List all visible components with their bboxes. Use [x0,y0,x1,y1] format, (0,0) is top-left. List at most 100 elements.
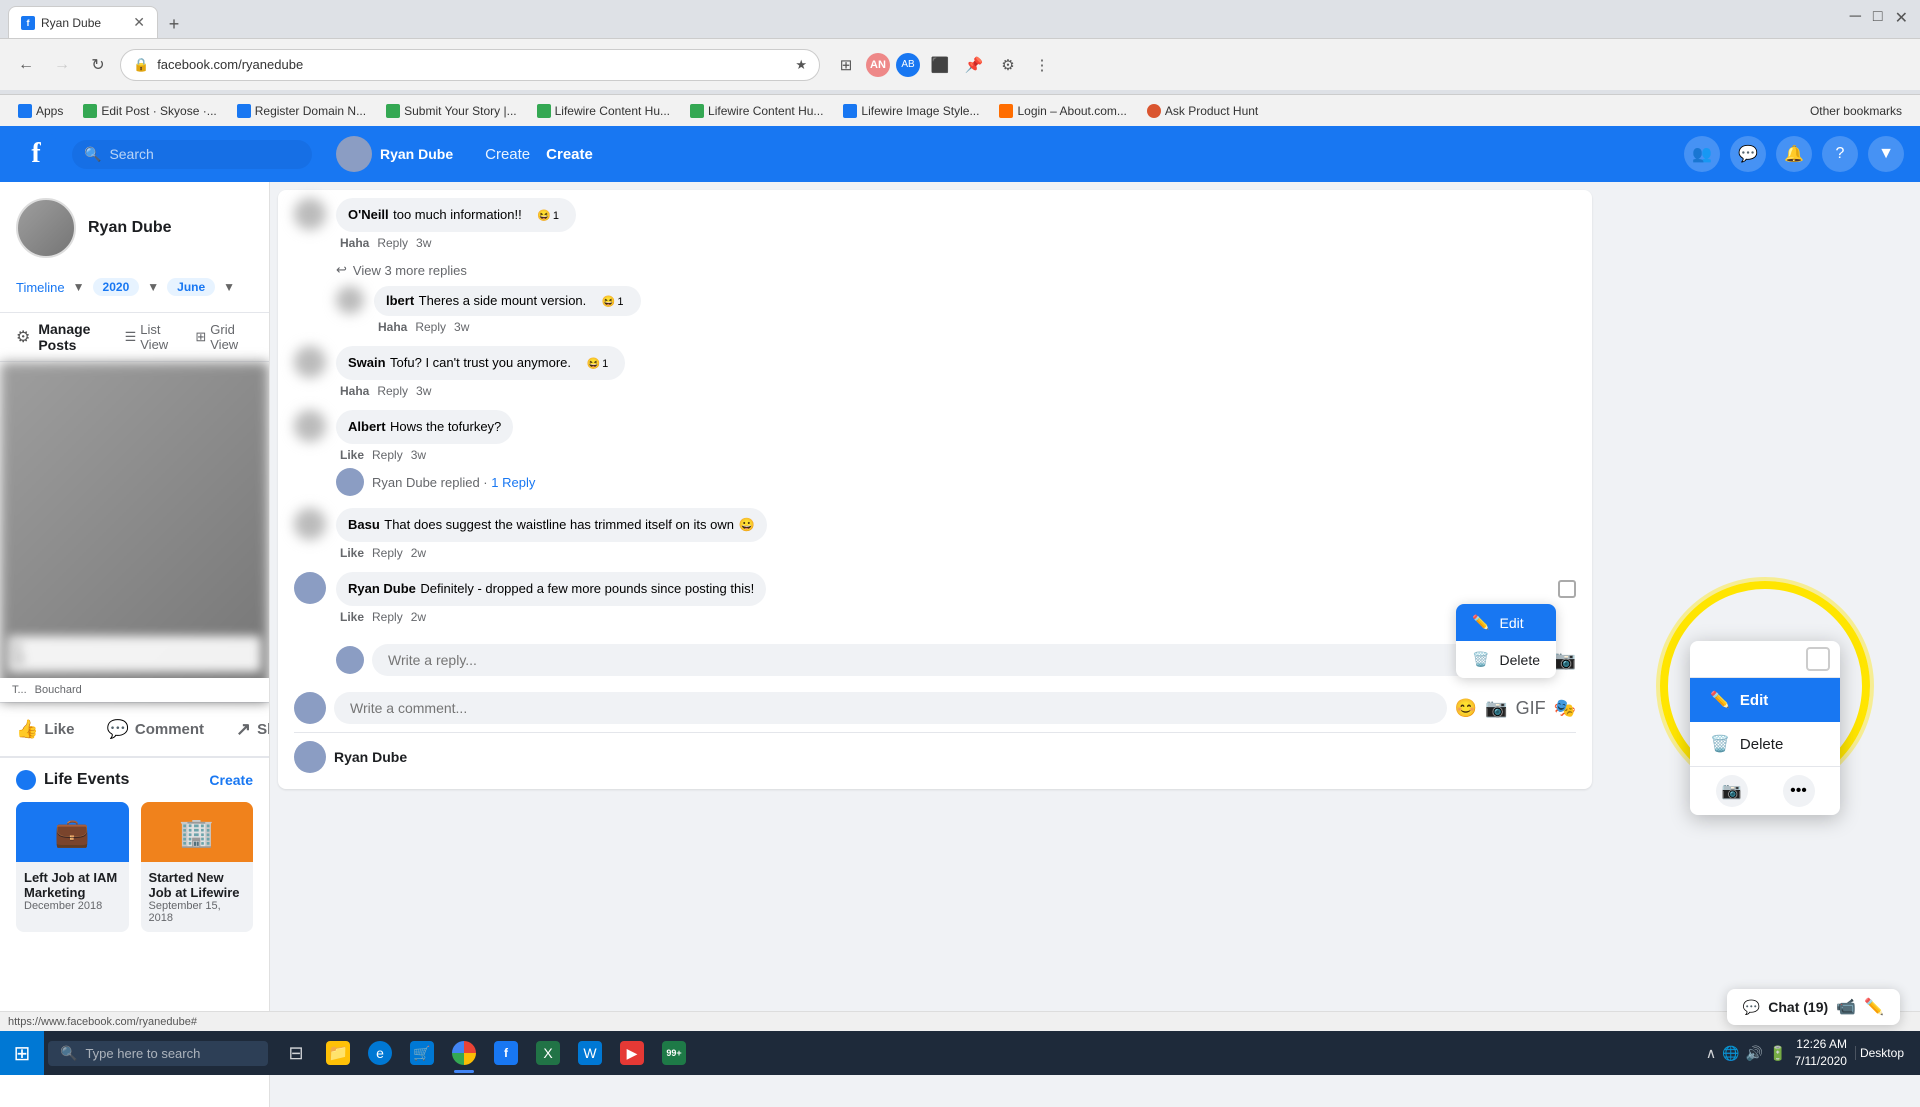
context-edit-icon: ✏️ [1710,690,1730,710]
tray-volume[interactable]: 🔊 [1746,1045,1763,1062]
taskbar-extra2[interactable]: W [570,1031,610,1075]
taskbar-file-explorer[interactable]: 📁 [318,1031,358,1075]
share-btn[interactable]: ↗ Share [220,711,270,748]
tray-network[interactable]: 🌐 [1722,1045,1739,1062]
taskbar-store[interactable]: 🛒 [402,1031,442,1075]
bookmark-submit[interactable]: Submit Your Story |... [380,102,523,120]
year-filter[interactable]: 2020 [93,278,140,296]
list-view-btn[interactable]: ☰ List View [125,322,180,352]
back-button[interactable]: ← [12,51,40,79]
taskbar-chrome[interactable] [444,1031,484,1075]
minimize-btn[interactable]: ─ [1850,8,1861,28]
extension1-btn[interactable]: ⬛ [926,51,954,79]
fb-menu-icon[interactable]: ▼ [1868,136,1904,172]
taskbar-edge[interactable]: e [360,1031,400,1075]
active-tab[interactable]: f Ryan Dube ✕ [8,6,158,38]
tab-close-btn[interactable]: ✕ [133,14,145,31]
taskbar-search-input[interactable] [85,1046,245,1061]
lbert-reply[interactable]: Reply [415,320,446,334]
bookmark-ph[interactable]: Ask Product Hunt [1141,102,1264,120]
refresh-button[interactable]: ↻ [84,51,112,79]
comment-icon: 💬 [106,719,128,740]
bookmark-edit-post[interactable]: Edit Post · Skyose ·... [77,102,222,120]
comment-btn[interactable]: 💬 Comment [90,711,220,748]
bookmark-lifewire2[interactable]: Lifewire Content Hu... [684,102,829,120]
context-camera-btn[interactable]: 📷 [1716,775,1748,807]
nav-timeline[interactable]: Timeline [16,280,65,295]
comment-gif-btn[interactable]: GIF [1516,698,1546,719]
fb-nav-home[interactable]: Create [485,146,530,163]
view-replies-link[interactable]: ↩ View 3 more replies [336,262,1576,278]
create-life-event-btn[interactable]: Create [209,772,253,788]
like-btn[interactable]: 👍 Like [0,711,90,748]
taskbar-task-view[interactable]: ⊟ [276,1031,316,1075]
address-bar[interactable]: 🔒 facebook.com/ryanedube ★ [120,49,820,81]
taskbar-extra3[interactable]: ▶ [612,1031,652,1075]
bookmark-apps[interactable]: Apps [12,102,69,120]
life-event-iam[interactable]: 💼 Left Job at IAM Marketing December 201… [16,802,129,932]
extension3-btn[interactable]: ⚙ [994,51,1022,79]
bookmark-lifewire1[interactable]: Lifewire Content Hu... [531,102,676,120]
chat-edit-icon[interactable]: ✏️ [1864,997,1884,1017]
life-event-lifewire[interactable]: 🏢 Started New Job at Lifewire September … [141,802,254,932]
year-dropdown-icon[interactable]: ▼ [147,280,159,294]
show-desktop-btn[interactable]: Desktop [1855,1046,1908,1060]
reply-image-btn[interactable]: 📷 [1554,650,1576,671]
ryan-final-bubble: Ryan Dube Definitely - dropped a few mor… [336,572,766,606]
profile-btn[interactable]: AN [866,53,890,77]
comment-emoji-btn[interactable]: 😊 [1455,698,1477,719]
timeline-dropdown-icon[interactable]: ▼ [73,280,85,294]
inline-edit-btn[interactable]: ✏️ Edit [1456,604,1556,641]
comment-input[interactable] [334,692,1447,724]
extension2-btn[interactable]: 📌 [960,51,988,79]
extensions-btn[interactable]: ⊞ [832,51,860,79]
comment-sticker-btn[interactable]: 🎭 [1554,698,1576,719]
fb-search-input[interactable] [109,146,289,162]
bookmark-login[interactable]: Login – About.com... [993,102,1132,120]
context-delete-btn[interactable]: 🗑️ Delete [1690,722,1840,766]
month-filter[interactable]: June [167,278,215,296]
comment-camera-btn[interactable]: 📷 [1485,698,1507,719]
reply-link[interactable]: Reply [377,236,408,250]
forward-button[interactable]: → [48,51,76,79]
fb-nav-create[interactable]: Create [546,146,593,163]
fb-notifications-icon[interactable]: 🔔 [1776,136,1812,172]
chat-panel[interactable]: 💬 Chat (19) 📹 ✏️ [1727,989,1900,1025]
fb-messenger-icon[interactable]: 💬 [1730,136,1766,172]
chat-video-icon[interactable]: 📹 [1836,997,1856,1017]
maximize-btn[interactable]: □ [1873,8,1883,28]
manage-posts-label[interactable]: Manage Posts [38,321,116,353]
context-checkbox-icon[interactable] [1806,647,1830,671]
context-edit-btn[interactable]: ✏️ Edit [1690,678,1840,722]
close-btn[interactable]: ✕ [1895,8,1908,28]
basu-reply[interactable]: Reply [372,546,403,560]
month-dropdown-icon[interactable]: ▼ [223,280,235,294]
taskbar-extra1[interactable]: f [486,1031,526,1075]
grid-view-btn[interactable]: ⊞ Grid View [195,322,253,352]
context-more-btn[interactable]: ••• [1783,775,1815,807]
new-tab-button[interactable]: + [160,10,188,38]
fb-search-box[interactable]: 🔍 [72,140,312,169]
tray-battery[interactable]: 🔋 [1769,1045,1786,1062]
fb-help-icon[interactable]: ? [1822,136,1858,172]
taskbar-search-box[interactable]: 🔍 [48,1041,268,1066]
bookmark-lifewire-img[interactable]: Lifewire Image Style... [837,102,985,120]
taskbar-clock[interactable]: 12:26 AM 7/11/2020 [1794,1036,1847,1070]
taskbar-counter[interactable]: 99+ [654,1031,694,1075]
fb-friends-icon[interactable]: 👥 [1684,136,1720,172]
adblock-btn[interactable]: AB [896,53,920,77]
reply-input[interactable] [372,644,1515,676]
ryan-final-reply[interactable]: Reply [372,610,403,624]
bookmark-other[interactable]: Other bookmarks [1804,102,1908,120]
bookmark-register[interactable]: Register Domain N... [231,102,372,120]
iam-event-info: Left Job at IAM Marketing December 2018 [16,862,129,920]
tray-expand[interactable]: ∧ [1706,1045,1716,1062]
albert-reply[interactable]: Reply [372,448,403,462]
inline-delete-btn[interactable]: 🗑️ Delete [1456,641,1556,678]
taskbar-excel[interactable]: X [528,1031,568,1075]
swain-reply[interactable]: Reply [377,384,408,398]
comment-checkbox[interactable] [1558,580,1576,598]
fb-user-profile[interactable]: Ryan Dube [336,136,453,172]
more-btn[interactable]: ⋮ [1028,51,1056,79]
start-button[interactable]: ⊞ [0,1031,44,1075]
